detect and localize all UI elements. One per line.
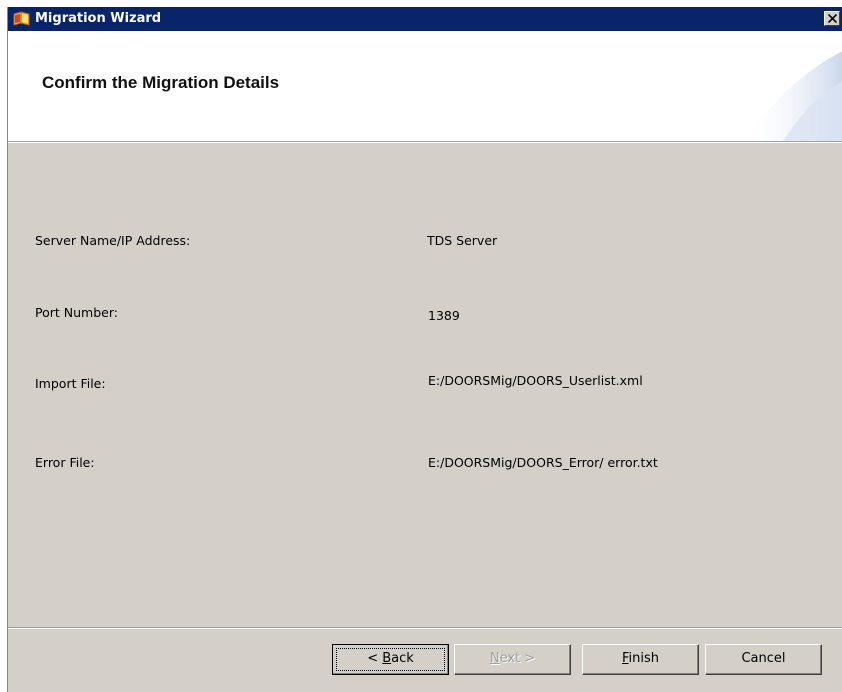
port-number-value: 1389 — [428, 308, 460, 323]
import-file-value: E:/DOORSMig/DOORS_Userlist.xml — [428, 373, 643, 388]
next-button[interactable]: Next > — [454, 644, 571, 675]
server-name-label: Server Name/IP Address: — [35, 233, 191, 248]
wizard-header: Confirm the Migration Details — [8, 31, 842, 141]
footer-separator — [8, 627, 842, 629]
back-button-label: < Back — [367, 651, 414, 666]
back-button[interactable]: < Back — [332, 644, 449, 675]
close-icon — [828, 14, 837, 23]
finish-button[interactable]: Finish — [582, 644, 699, 675]
page-title: Confirm the Migration Details — [42, 73, 280, 92]
migration-wizard-icon — [13, 11, 31, 27]
window-title: Migration Wizard — [35, 11, 162, 26]
error-file-label: Error File: — [35, 455, 95, 470]
error-file-value: E:/DOORSMig/DOORS_Error/ error.txt — [428, 455, 658, 470]
migration-wizard-window: Migration Wizard Confirm the Migration D… — [7, 7, 842, 692]
cancel-button[interactable]: Cancel — [705, 644, 822, 675]
port-number-label: Port Number: — [35, 305, 118, 320]
header-separator — [8, 141, 842, 143]
import-file-label: Import File: — [35, 376, 106, 391]
close-button[interactable] — [824, 11, 840, 26]
server-name-value: TDS Server — [427, 233, 498, 248]
title-bar[interactable]: Migration Wizard — [8, 7, 842, 31]
header-decoration — [743, 51, 842, 141]
